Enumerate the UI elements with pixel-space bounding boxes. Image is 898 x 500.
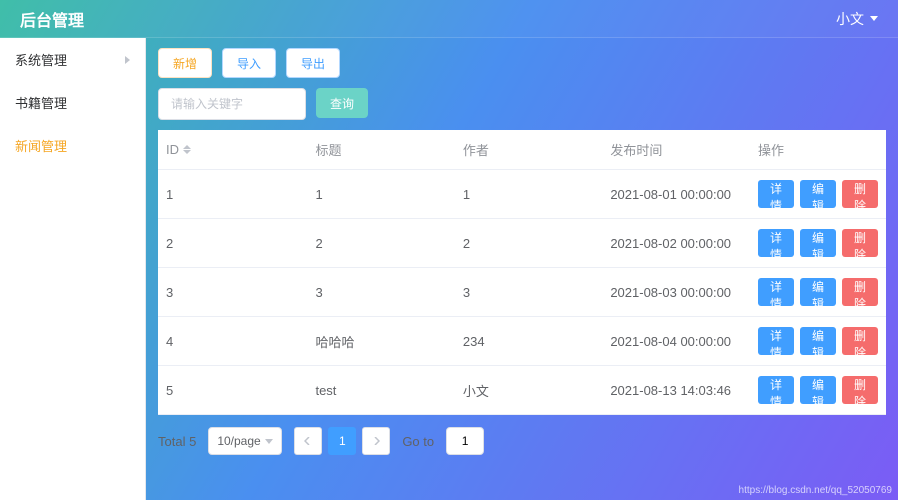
pagination: Total 5 10/page 1 Go to xyxy=(158,427,886,455)
chevron-right-icon xyxy=(372,437,380,445)
watermark: https://blog.csdn.net/qq_52050769 xyxy=(739,485,892,496)
sort-icon[interactable] xyxy=(183,145,191,154)
table-row: 3332021-08-03 00:00:00详情编辑删除 xyxy=(158,268,886,317)
export-button[interactable]: 导出 xyxy=(286,48,340,78)
chevron-down-icon xyxy=(870,16,878,21)
cell-pubtime: 2021-08-01 00:00:00 xyxy=(602,170,750,219)
delete-button[interactable]: 删除 xyxy=(842,376,878,404)
cell-title: 2 xyxy=(307,219,454,268)
cell-pubtime: 2021-08-02 00:00:00 xyxy=(602,219,750,268)
chevron-right-icon xyxy=(125,56,130,64)
sidebar: 系统管理 书籍管理 新闻管理 xyxy=(0,38,146,500)
chevron-down-icon xyxy=(265,439,273,444)
goto-input[interactable] xyxy=(446,427,484,455)
cell-author: 2 xyxy=(455,219,602,268)
delete-button[interactable]: 删除 xyxy=(842,180,878,208)
column-header-id[interactable]: ID xyxy=(158,130,307,170)
detail-button[interactable]: 详情 xyxy=(758,180,794,208)
cell-author: 234 xyxy=(455,317,602,366)
cell-pubtime: 2021-08-03 00:00:00 xyxy=(602,268,750,317)
sidebar-item-books[interactable]: 书籍管理 xyxy=(0,81,145,124)
cell-id: 1 xyxy=(158,170,307,219)
detail-button[interactable]: 详情 xyxy=(758,229,794,257)
cell-title: test xyxy=(307,366,454,415)
cell-title: 3 xyxy=(307,268,454,317)
page-size-select[interactable]: 10/page xyxy=(208,427,282,455)
app-header: 后台管理 小文 xyxy=(0,0,898,38)
next-page-button[interactable] xyxy=(362,427,390,455)
cell-title: 1 xyxy=(307,170,454,219)
edit-button[interactable]: 编辑 xyxy=(800,327,836,355)
cell-title: 哈哈哈 xyxy=(307,317,454,366)
table-row: 2222021-08-02 00:00:00详情编辑删除 xyxy=(158,219,886,268)
cell-ops: 详情编辑删除 xyxy=(750,317,886,366)
cell-ops: 详情编辑删除 xyxy=(750,219,886,268)
user-name: 小文 xyxy=(836,9,864,29)
main-content: 新增 导入 导出 查询 ID xyxy=(146,38,898,500)
news-table: ID 标题 作者 发布时间 操作 1112021-08-01 00:00:00详… xyxy=(158,130,886,415)
page-number-button[interactable]: 1 xyxy=(328,427,356,455)
delete-button[interactable]: 删除 xyxy=(842,229,878,257)
edit-button[interactable]: 编辑 xyxy=(800,278,836,306)
edit-button[interactable]: 编辑 xyxy=(800,376,836,404)
goto-label: Go to xyxy=(402,434,434,449)
edit-button[interactable]: 编辑 xyxy=(800,229,836,257)
detail-button[interactable]: 详情 xyxy=(758,376,794,404)
delete-button[interactable]: 删除 xyxy=(842,278,878,306)
cell-pubtime: 2021-08-13 14:03:46 xyxy=(602,366,750,415)
toolbar: 新增 导入 导出 xyxy=(158,48,886,78)
delete-button[interactable]: 删除 xyxy=(842,327,878,355)
sidebar-item-label: 系统管理 xyxy=(15,50,67,69)
column-header-pubtime[interactable]: 发布时间 xyxy=(602,130,750,170)
search-input[interactable] xyxy=(158,88,306,120)
cell-id: 4 xyxy=(158,317,307,366)
detail-button[interactable]: 详情 xyxy=(758,327,794,355)
cell-ops: 详情编辑删除 xyxy=(750,268,886,317)
table-row: 5test小文2021-08-13 14:03:46详情编辑删除 xyxy=(158,366,886,415)
detail-button[interactable]: 详情 xyxy=(758,278,794,306)
cell-author: 3 xyxy=(455,268,602,317)
sidebar-item-label: 新闻管理 xyxy=(15,136,67,155)
cell-id: 2 xyxy=(158,219,307,268)
chevron-left-icon xyxy=(304,437,312,445)
total-label: Total 5 xyxy=(158,434,196,449)
brand-title: 后台管理 xyxy=(20,7,84,31)
cell-ops: 详情编辑删除 xyxy=(750,366,886,415)
cell-author: 小文 xyxy=(455,366,602,415)
table-row: 4哈哈哈2342021-08-04 00:00:00详情编辑删除 xyxy=(158,317,886,366)
prev-page-button[interactable] xyxy=(294,427,322,455)
sidebar-item-system[interactable]: 系统管理 xyxy=(0,38,145,81)
cell-ops: 详情编辑删除 xyxy=(750,170,886,219)
add-button[interactable]: 新增 xyxy=(158,48,212,78)
query-button[interactable]: 查询 xyxy=(316,88,368,118)
column-header-ops: 操作 xyxy=(750,130,886,170)
column-header-author[interactable]: 作者 xyxy=(455,130,602,170)
table-row: 1112021-08-01 00:00:00详情编辑删除 xyxy=(158,170,886,219)
caret-up-icon xyxy=(183,145,191,149)
cell-id: 3 xyxy=(158,268,307,317)
cell-id: 5 xyxy=(158,366,307,415)
sidebar-item-news[interactable]: 新闻管理 xyxy=(0,124,145,167)
cell-author: 1 xyxy=(455,170,602,219)
user-dropdown[interactable]: 小文 xyxy=(836,9,878,29)
cell-pubtime: 2021-08-04 00:00:00 xyxy=(602,317,750,366)
search-bar: 查询 xyxy=(158,88,886,120)
caret-down-icon xyxy=(183,150,191,154)
edit-button[interactable]: 编辑 xyxy=(800,180,836,208)
sidebar-item-label: 书籍管理 xyxy=(15,93,67,112)
import-button[interactable]: 导入 xyxy=(222,48,276,78)
column-header-title[interactable]: 标题 xyxy=(307,130,454,170)
pager: 1 xyxy=(294,427,390,455)
